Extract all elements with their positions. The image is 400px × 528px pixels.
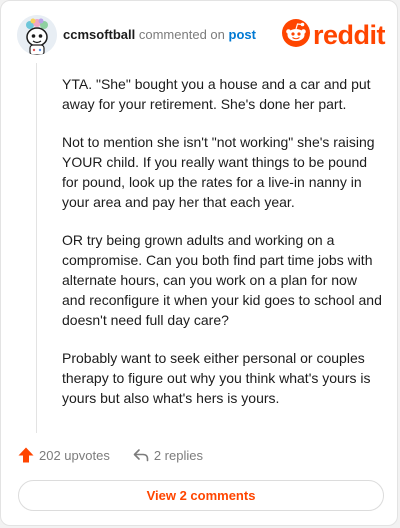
comment-body: YTA. "She" bought you a house and a car … (62, 74, 384, 426)
comment-header: ccmsoftball commented on post reddit (17, 15, 386, 55)
username[interactable]: ccmsoftball (63, 27, 135, 42)
reply-button[interactable]: 2 replies (132, 446, 203, 464)
avatar[interactable] (17, 15, 57, 55)
reddit-snoo-icon (281, 18, 310, 52)
comment-byline: ccmsoftball commented on post (63, 26, 256, 44)
comment-paragraph: Probably want to seek either personal or… (62, 350, 371, 406)
thread-line[interactable] (36, 63, 37, 433)
commented-on-label: commented on (138, 27, 225, 42)
reply-count: 2 replies (153, 447, 203, 463)
upvote-count: 202 upvotes (39, 447, 110, 463)
comment-actions: 202 upvotes 2 replies (17, 445, 203, 465)
comment-paragraph: OR try being grown adults and working on… (62, 232, 382, 328)
upvote-button[interactable]: 202 upvotes (17, 446, 110, 464)
comment-paragraph: YTA. "She" bought you a house and a car … (62, 76, 371, 112)
reddit-logo: reddit (281, 18, 386, 52)
post-link[interactable]: post (229, 27, 256, 42)
upvote-arrow-icon (17, 446, 39, 464)
view-comments-button[interactable]: View 2 comments (18, 480, 384, 511)
comment-paragraph: Not to mention she isn't "not working" s… (62, 134, 375, 210)
reddit-wordmark: reddit (312, 20, 386, 50)
reply-icon (132, 446, 154, 464)
comment-card: ccmsoftball commented on post reddit YTA… (0, 0, 398, 526)
